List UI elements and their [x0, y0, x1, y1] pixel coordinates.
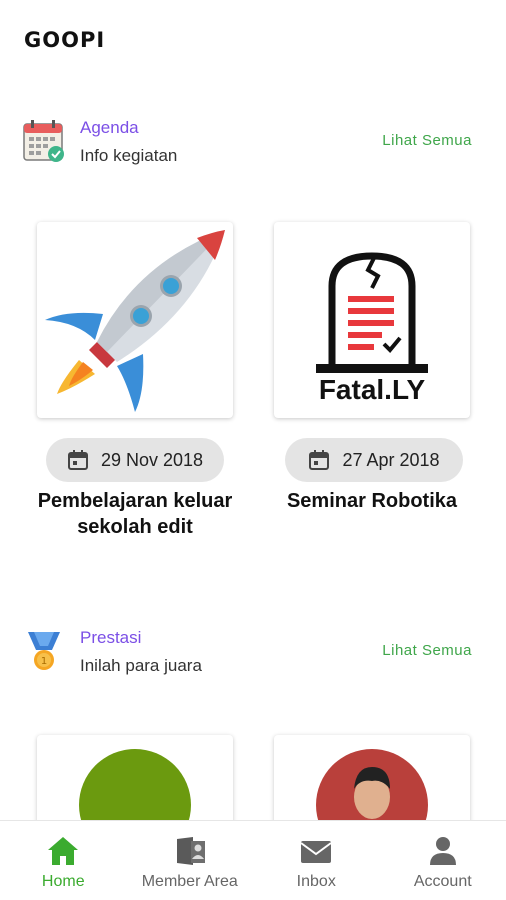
calendar-icon — [309, 450, 330, 470]
nav-label-inbox: Inbox — [296, 873, 336, 890]
rocket-illustration — [45, 230, 225, 412]
event-date-badge: 27 Apr 2018 — [285, 438, 463, 482]
app-title: GOOPI — [24, 28, 106, 52]
svg-text:1: 1 — [41, 656, 47, 667]
agenda-subtitle: Info kegiatan — [80, 146, 178, 165]
event-title[interactable]: Pembelajaran keluar sekolah edit — [15, 488, 255, 540]
agenda-card[interactable] — [37, 222, 233, 418]
nav-item-account[interactable]: Account — [380, 821, 506, 900]
home-icon — [48, 837, 79, 865]
nav-item-inbox[interactable]: Inbox — [253, 821, 380, 900]
event-title[interactable]: Seminar Robotika — [252, 488, 492, 514]
mail-icon — [300, 841, 332, 863]
prestasi-section-header: 1 Prestasi Inilah para juara Lihat Semua — [22, 628, 482, 678]
prestasi-title: Prestasi — [80, 628, 142, 647]
agenda-title: Agenda — [80, 118, 139, 137]
nav-label-home: Home — [41, 873, 85, 890]
prestasi-subtitle: Inilah para juara — [80, 656, 202, 675]
event-date: 27 Apr 2018 — [342, 449, 440, 470]
event-date-badge: 29 Nov 2018 — [46, 438, 224, 482]
nav-label-account: Account — [413, 873, 472, 890]
agenda-card[interactable]: Fatal.LY — [274, 222, 470, 418]
account-icon — [429, 837, 456, 865]
medal-icon: 1 — [28, 632, 60, 670]
nav-item-member-area[interactable]: Member Area — [127, 821, 254, 900]
calendar-icon — [67, 450, 88, 470]
prestasi-see-all-link[interactable]: Lihat Semua — [382, 642, 472, 659]
calendar-check-icon — [23, 120, 64, 162]
fatal-ly-logo-text: Fatal.LY — [318, 374, 426, 405]
member-area-icon — [176, 837, 205, 865]
event-date: 29 Nov 2018 — [100, 449, 204, 470]
agenda-see-all-link[interactable]: Lihat Semua — [382, 132, 472, 149]
nav-item-home[interactable]: Home — [0, 821, 127, 900]
nav-label-member-area: Member Area — [141, 873, 238, 890]
bottom-navigation: Home Member Area Inbox Account — [0, 820, 506, 900]
agenda-section-header: Agenda Info kegiatan Lihat Semua — [22, 118, 482, 168]
